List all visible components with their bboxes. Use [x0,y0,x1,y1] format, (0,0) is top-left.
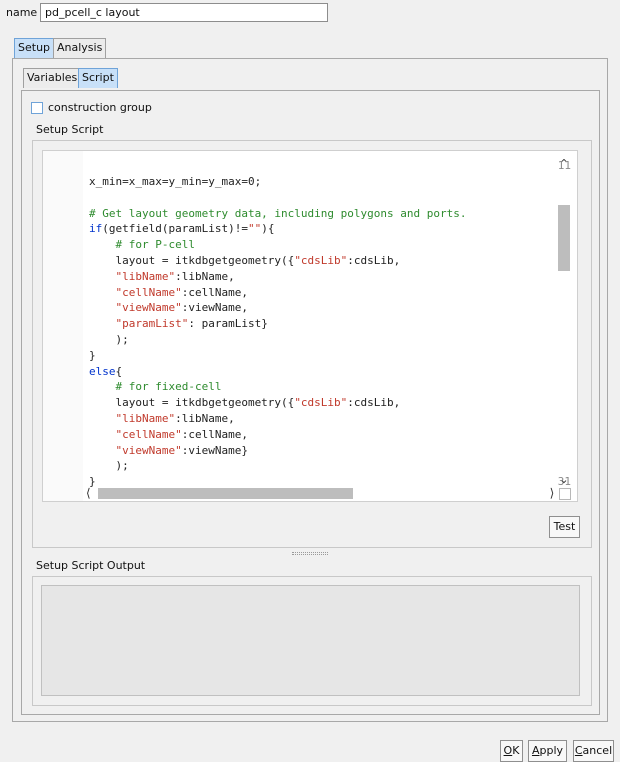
code-line: "cellName":cellName, [115,427,248,441]
name-label: name [6,6,38,19]
tab-setup[interactable]: Setup [14,38,55,58]
tab-script[interactable]: Script [78,68,118,88]
ok-button[interactable]: OK [500,740,523,762]
code-line: "viewName":viewName} [115,443,248,457]
apply-label: pply [539,744,564,757]
splitter-handle[interactable] [292,552,328,555]
ok-label: K [512,744,520,757]
code-line: "libName":libName, [115,412,235,425]
code-line: layout = itkdbgetgeometry({"cdsLib":cdsL… [89,396,401,410]
tab-variables[interactable]: Variables [23,68,82,88]
chevron-down-icon[interactable]: ⌄ [558,474,570,486]
cancel-button[interactable]: Cancel [573,740,614,762]
construction-group-checkbox[interactable] [31,102,43,114]
code-line: "libName":libName, [115,269,235,283]
setup-script-output-label: Setup Script Output [36,559,146,572]
code-line: # for P-cell [89,238,195,252]
script-editor[interactable]: 1112131415161718192021222324252627282930… [42,150,578,502]
apply-mnemonic: A [531,744,540,757]
scroll-corner [559,488,571,500]
construction-group-label: construction group [48,101,152,114]
horizontal-scroll-thumb[interactable] [98,488,353,499]
ok-mnemonic: O [503,744,513,757]
code-line: # Get layout geometry data, including po… [89,206,467,220]
code-line: if(getfield(paramList)!=""){ [89,222,275,236]
code-line: x_min=x_max=y_min=y_max=0; [89,175,262,188]
code-line: # for fixed-cell [89,380,222,394]
name-field[interactable] [40,3,328,22]
code-line: layout = itkdbgetgeometry({"cdsLib":cdsL… [89,254,401,267]
code-line: "viewName":viewName, [115,301,248,315]
tab-analysis[interactable]: Analysis [53,38,107,58]
chevron-left-icon[interactable]: ⟨ [86,487,98,500]
code-line: ); [89,333,129,346]
cancel-label: ancel [582,744,613,757]
code-line: else{ [89,364,123,378]
vertical-scroll-thumb[interactable] [558,205,570,271]
apply-button[interactable]: Apply [528,740,567,762]
code-line: ); [89,459,129,473]
code-line: } [89,348,96,362]
cancel-mnemonic: C [574,744,583,757]
chevron-up-icon[interactable]: ⌃ [558,158,570,170]
code-line: "paramList": paramList} [115,317,268,331]
line-number-gutter [43,151,83,501]
code-line: "cellName":cellName, [115,285,248,299]
chevron-right-icon[interactable]: ⟩ [546,487,558,500]
test-button[interactable]: Test [549,516,580,538]
setup-script-label: Setup Script [36,123,104,136]
setup-script-output-box[interactable] [41,585,580,696]
